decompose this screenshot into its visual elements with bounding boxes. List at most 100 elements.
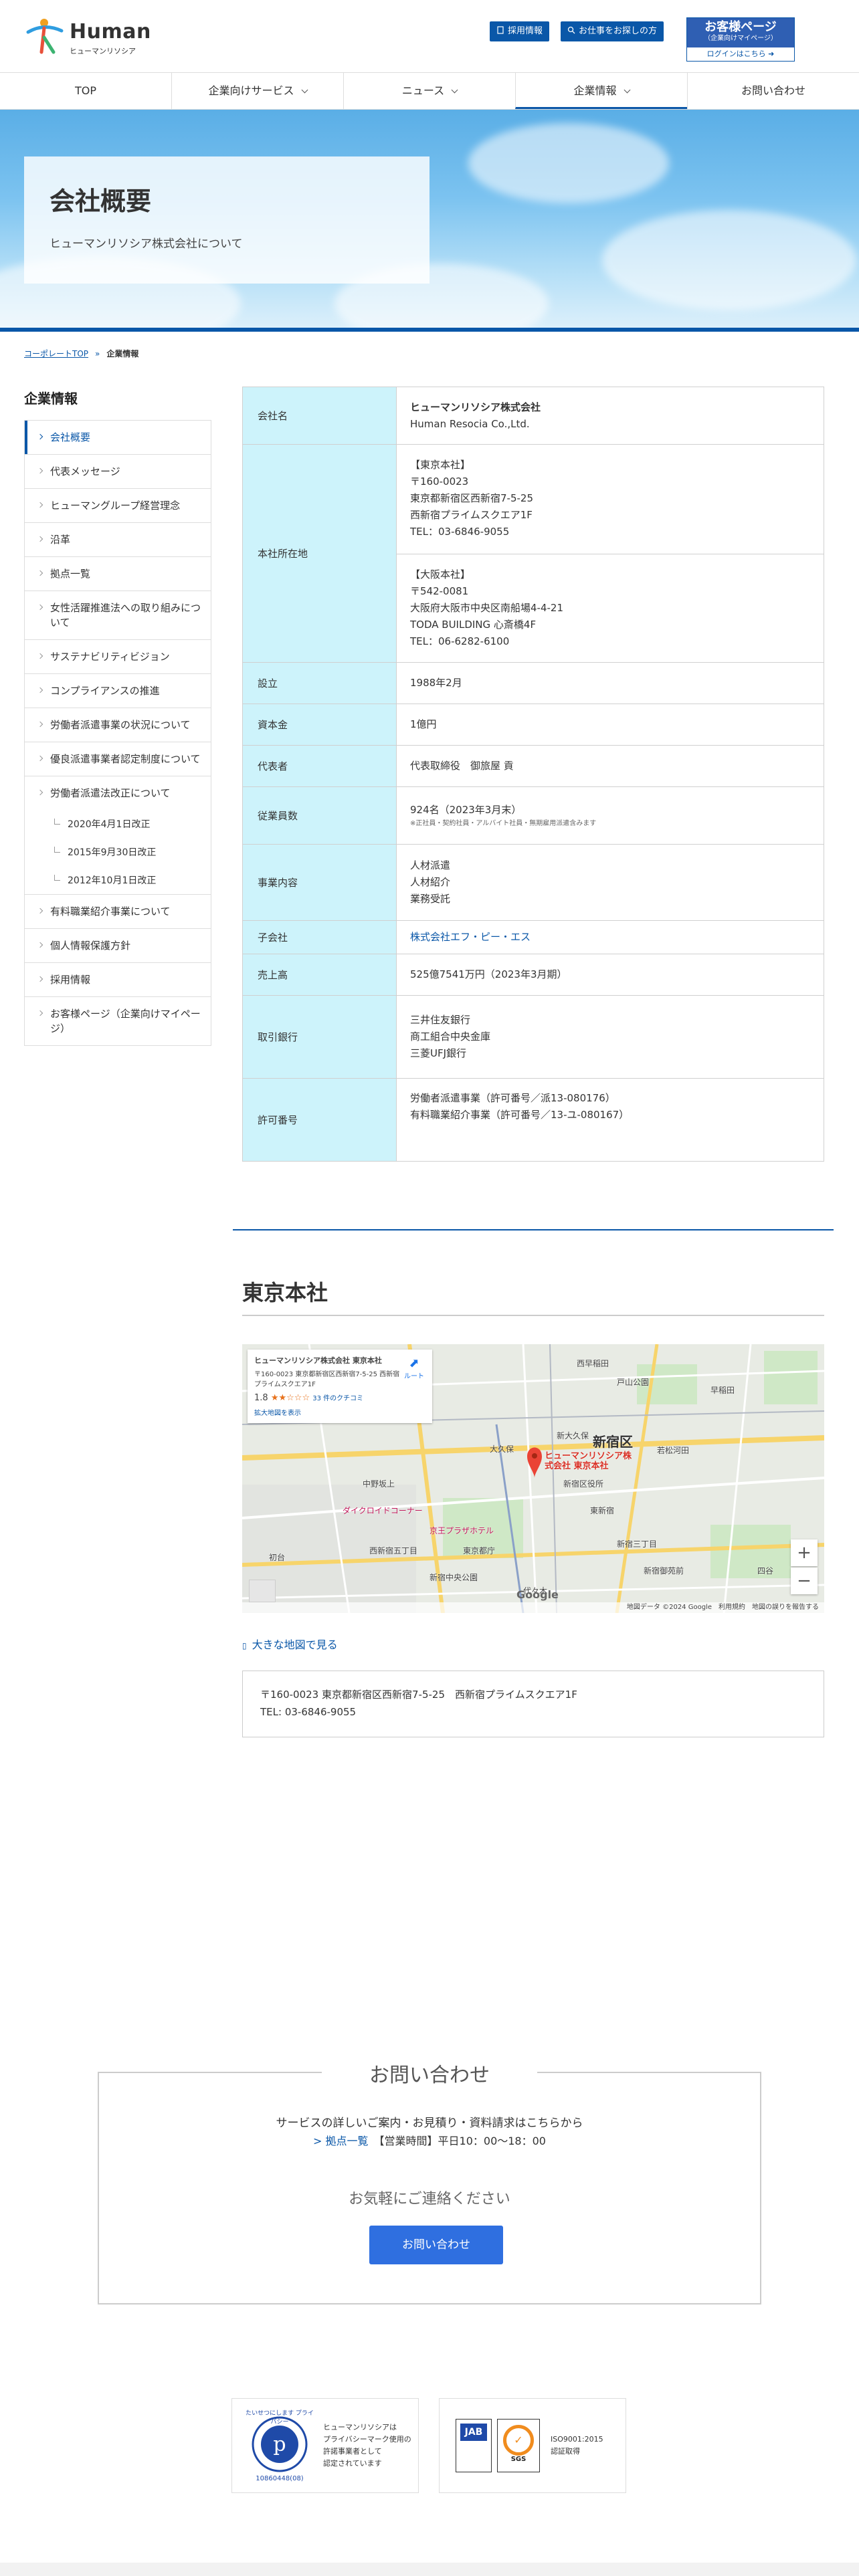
table-row: 子会社 株式会社エフ・ピー・エス <box>242 920 824 954</box>
nav-news[interactable]: ニュース <box>343 73 515 109</box>
hero-title-box: 会社概要 ヒューマンリソシア株式会社について <box>24 156 430 284</box>
contact-section: お問い合わせ サービスの詳しいご案内・お見積り・資料請求はこちらから > 拠点一… <box>98 2058 761 2304</box>
customer-page-box[interactable]: お客様ページ （企業向けマイページ） ログインはこちら ➜ <box>686 17 795 62</box>
google-map-embed[interactable]: ヒューマンリソシア株式会社 東京本社 〒160-0023 東京都新宿区西新宿7-… <box>242 1344 824 1613</box>
row-label: 取引銀行 <box>242 995 397 1079</box>
privacy-mark-text: ヒューマンリソシアは プライバシーマーク使用の 許諾事業者として 認定されていま… <box>323 2423 411 2468</box>
row-value: 人材派遣 人材紹介 業務受託 <box>396 844 824 921</box>
row-value: 1億円 <box>396 704 824 746</box>
breadcrumb-home-link[interactable]: コーポレートTOP <box>24 349 88 358</box>
row-label: 子会社 <box>242 920 397 954</box>
nav-top[interactable]: TOP <box>0 73 171 109</box>
arrow-circle-icon: ➜ <box>768 49 775 58</box>
map-area-label: 若松河田 <box>657 1446 690 1455</box>
larger-map-link[interactable]: ▯ 大きな地図で見る <box>242 1636 338 1652</box>
search-icon <box>567 26 575 34</box>
row-label: 会社名 <box>242 387 397 445</box>
map-area-label: 東京都庁 <box>463 1546 496 1555</box>
map-area-label: 早稲田 <box>710 1386 735 1395</box>
table-row: 設立 1988年2月 <box>242 662 824 704</box>
brand-logo[interactable]: Human ヒューマンリソシア <box>24 17 151 56</box>
sidebar-item-history[interactable]: 沿革 <box>25 522 211 556</box>
chevron-down-icon <box>301 86 308 94</box>
document-icon <box>497 26 504 34</box>
sidebar-item-women-empowerment[interactable]: 女性活躍推進法への取り組みについて <box>25 591 211 639</box>
customer-page-title: お客様ページ <box>704 20 777 34</box>
hq-tel: TEL: 03-6846-9055 <box>260 1706 357 1718</box>
footer-strip <box>0 2563 859 2576</box>
sidebar-subitem-2012[interactable]: 2012年10月1日改正 <box>25 866 211 894</box>
nav-services[interactable]: 企業向けサービス <box>171 73 343 109</box>
privacy-mark-box[interactable]: p たいせつにします プライバシー 10860448(08) ヒューマンリソシア… <box>231 2398 419 2493</box>
map-area-label: 中野坂上 <box>363 1479 395 1489</box>
sidebar-item-placement[interactable]: 有料職業紹介事業について <box>25 894 211 928</box>
map-area-label: 四谷 <box>757 1566 774 1576</box>
cloud-decoration <box>602 210 856 310</box>
hero-bottom-bar <box>0 328 859 332</box>
map-area-label: 新宿中央公園 <box>430 1573 478 1582</box>
company-name-en: Human Resocia Co.,Ltd. <box>410 417 530 430</box>
row-value: 【東京本社】 〒160-0023 東京都新宿区西新宿7-5-25 西新宿プライム… <box>396 444 824 663</box>
sidebar-item-certification[interactable]: 優良派遣事業者認定制度について <box>25 742 211 776</box>
directions-button[interactable]: ⬈ ルート <box>404 1356 424 1380</box>
sidebar-item-sustainability[interactable]: サステナビリティビジョン <box>25 639 211 673</box>
sidebar-item-message[interactable]: 代表メッセージ <box>25 454 211 488</box>
customer-page-subtitle: （企業向けマイページ） <box>704 35 777 42</box>
contact-hours-line: > 拠点一覧 【営業時間】平日10：00〜18：00 <box>99 2132 760 2148</box>
sidebar-item-philosophy[interactable]: ヒューマングループ経営理念 <box>25 488 211 522</box>
view-larger-map-link[interactable]: 拡大地図を表示 <box>254 1407 425 1417</box>
sidebar-item-law-revision[interactable]: 労働者派遣法改正について <box>25 776 211 810</box>
row-value: 三井住友銀行 商工組合中央金庫 三菱UFJ銀行 <box>396 995 824 1079</box>
contact-button[interactable]: お問い合わせ <box>369 2226 503 2264</box>
sidebar-item-customer-page[interactable]: お客様ページ（企業向けマイページ） <box>25 996 211 1045</box>
table-row: 代表者 代表取締役 御旅屋 貢 <box>242 745 824 787</box>
row-value: 労働者派遣事業（許可番号／派13-080176） 有料職業紹介事業（許可番号／1… <box>396 1078 824 1162</box>
sidebar-item-compliance[interactable]: コンプライアンスの推進 <box>25 673 211 708</box>
job-search-button[interactable]: お仕事をお探しの方 <box>561 21 664 41</box>
site-header: Human ヒューマンリソシア 採用情報 お仕事をお探しの方 お客様ページ （企… <box>0 0 859 72</box>
street-view-pegman[interactable] <box>249 1580 276 1602</box>
contact-invite: お気軽にご連絡ください <box>349 2191 510 2208</box>
company-info-table: 会社名 ヒューマンリソシア株式会社 Human Resocia Co.,Ltd.… <box>242 387 824 1162</box>
iso-certification-box[interactable]: JAB ✓ SGS ISO9001:2015 認証取得 <box>439 2398 626 2493</box>
sidebar-item-dispatch-status[interactable]: 労働者派遣事業の状況について <box>25 708 211 742</box>
login-link[interactable]: ログインはこちら ➜ <box>687 47 794 61</box>
map-footer: 地図データ ©2024 Google 利用規約 地図の誤りを報告する <box>242 1602 824 1613</box>
iso-text: ISO9001:2015 認証取得 <box>551 2435 603 2456</box>
reviews-link[interactable]: 33 件のクチコミ <box>312 1395 363 1402</box>
map-card-title: ヒューマンリソシア株式会社 東京本社 <box>254 1356 382 1365</box>
sidebar-item-recruit[interactable]: 採用情報 <box>25 962 211 996</box>
subsidiary-link[interactable]: 株式会社エフ・ピー・エス <box>410 931 531 943</box>
human-figure-icon <box>26 19 64 54</box>
table-row: 売上高 525億7541万円（2023年3月期） <box>242 954 824 996</box>
zoom-out-button[interactable]: − <box>791 1568 818 1594</box>
recruit-button[interactable]: 採用情報 <box>490 21 550 41</box>
sidebar-subitem-2015[interactable]: 2015年9月30日改正 <box>25 838 211 866</box>
page-title: 会社概要 <box>50 187 152 216</box>
row-value: ヒューマンリソシア株式会社 Human Resocia Co.,Ltd. <box>396 387 824 445</box>
branches-link[interactable]: > 拠点一覧 <box>313 2135 369 2147</box>
map-pin-label: ヒューマンリソシア株式会社 東京本社 <box>545 1451 632 1471</box>
row-label: 売上高 <box>242 954 397 996</box>
sidebar-subitem-2020[interactable]: 2020年4月1日改正 <box>25 810 211 838</box>
table-row: 資本金 1億円 <box>242 704 824 746</box>
map-area-label: 初台 <box>269 1553 286 1562</box>
sidebar-item-locations[interactable]: 拠点一覧 <box>25 556 211 591</box>
row-label: 本社所在地 <box>242 444 397 663</box>
sidebar-item-company-overview[interactable]: 会社概要 <box>25 421 211 454</box>
map-area-label: 西新宿五丁目 <box>369 1546 418 1555</box>
zoom-in-button[interactable]: + <box>791 1539 818 1566</box>
nav-contact[interactable]: お問い合わせ <box>687 73 859 109</box>
customer-page-button[interactable]: お客様ページ （企業向けマイページ） <box>687 18 794 47</box>
map-area-label: ダイクロイドコーナー <box>343 1506 423 1515</box>
jab-logo: JAB <box>456 2419 492 2472</box>
business-hours: 【営業時間】平日10：00〜18：00 <box>379 2135 546 2147</box>
nav-company-info[interactable]: 企業情報 <box>515 73 687 109</box>
row-value: 代表取締役 御旅屋 貢 <box>396 745 824 787</box>
sidebar-item-privacy[interactable]: 個人情報保護方針 <box>25 928 211 962</box>
hq-address-box: 〒160-0023 東京都新宿区西新宿7-5-25 西新宿プライムスクエア1F … <box>242 1671 824 1737</box>
section-divider <box>233 1229 834 1230</box>
row-value: 株式会社エフ・ピー・エス <box>396 920 824 954</box>
table-row: 取引銀行 三井住友銀行 商工組合中央金庫 三菱UFJ銀行 <box>242 995 824 1079</box>
logo-subtext: ヒューマンリソシア <box>70 47 136 56</box>
